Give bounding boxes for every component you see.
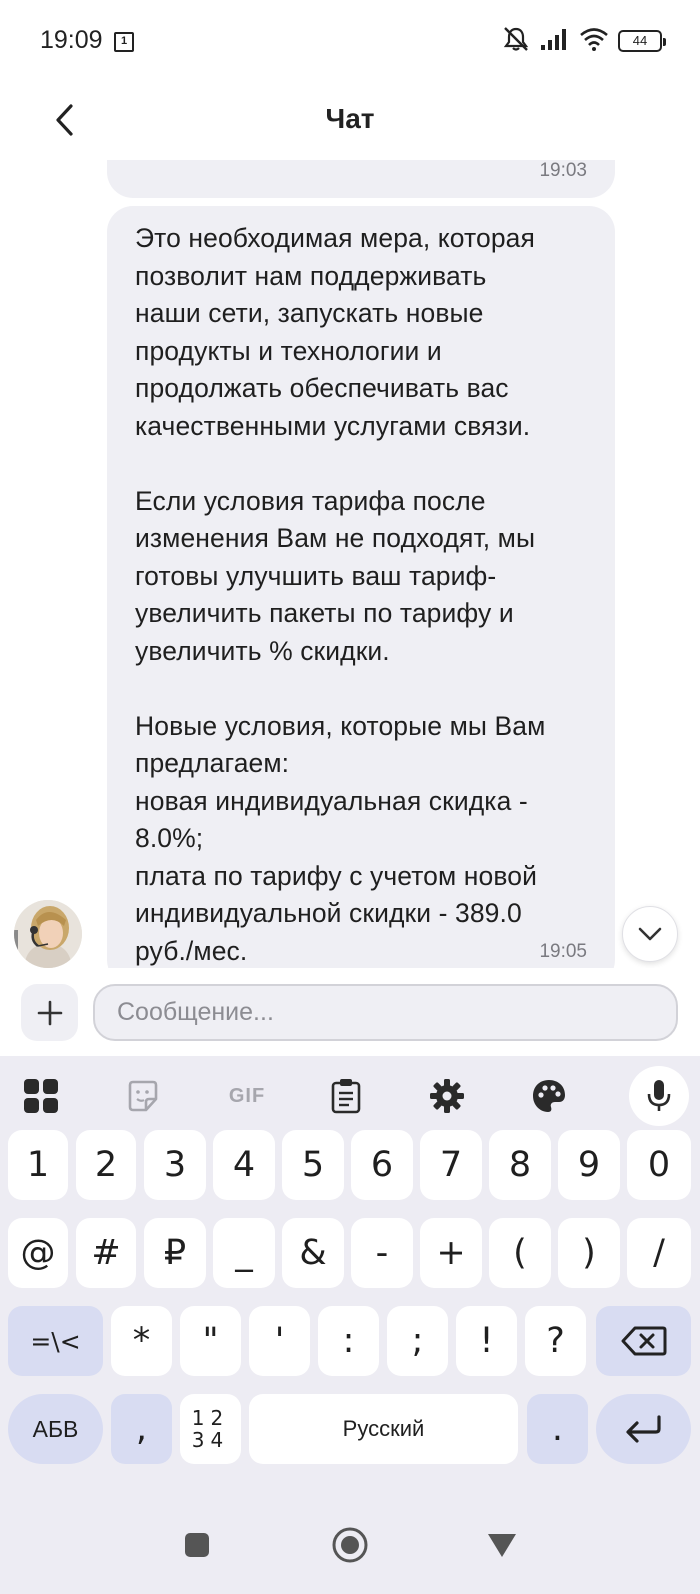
numpad-switch-key[interactable]: 12 34 <box>180 1394 241 1464</box>
sticker-icon <box>128 1080 158 1112</box>
plus-icon <box>37 1000 62 1025</box>
message-text: Это необходимая мера, которая позволит н… <box>135 223 546 966</box>
sim-card-icon: 1 <box>114 32 134 52</box>
chat-screen: 19:09 1 44 Чат 19:03 Это необходимая мер… <box>0 0 700 1594</box>
key-open-paren[interactable]: ( <box>489 1218 551 1288</box>
key-semicolon[interactable]: ; <box>387 1306 448 1376</box>
clipboard-button[interactable] <box>321 1071 371 1121</box>
key-1[interactable]: 1 <box>8 1130 68 1200</box>
enter-arrow-icon <box>625 1415 661 1443</box>
key-plus[interactable]: + <box>420 1218 482 1288</box>
symbols-shift-key[interactable]: =\< <box>8 1306 103 1376</box>
key-hash[interactable]: # <box>76 1218 136 1288</box>
key-question[interactable]: ? <box>525 1306 586 1376</box>
key-ampersand[interactable]: & <box>282 1218 344 1288</box>
key-0[interactable]: 0 <box>627 1130 691 1200</box>
key-minus[interactable]: - <box>351 1218 413 1288</box>
key-3[interactable]: 3 <box>144 1130 206 1200</box>
numpad-label-bottom: 34 <box>191 1428 230 1452</box>
backspace-key[interactable] <box>596 1306 691 1376</box>
space-key[interactable]: Русский <box>249 1394 518 1464</box>
message-input[interactable] <box>93 984 678 1041</box>
back-nav-button[interactable] <box>475 1518 529 1572</box>
key-slash[interactable]: / <box>627 1218 691 1288</box>
message-bubble-previous: 19:03 <box>107 160 615 198</box>
status-icons: 44 <box>501 25 666 58</box>
gear-icon <box>430 1079 464 1113</box>
apps-grid-button[interactable] <box>16 1071 66 1121</box>
key-8[interactable]: 8 <box>489 1130 551 1200</box>
key-4[interactable]: 4 <box>213 1130 275 1200</box>
sticker-button[interactable] <box>118 1071 168 1121</box>
key-asterisk[interactable]: * <box>111 1306 172 1376</box>
battery-icon: 44 <box>618 30 666 52</box>
gif-button[interactable]: GIF <box>220 1071 274 1121</box>
home-button[interactable] <box>323 1518 377 1572</box>
key-underscore[interactable]: _ <box>213 1218 275 1288</box>
square-icon <box>185 1533 209 1557</box>
microphone-icon <box>647 1080 671 1111</box>
system-navigation-bar <box>0 1496 700 1594</box>
settings-button[interactable] <box>422 1071 472 1121</box>
gif-label: GIF <box>228 1084 266 1107</box>
key-7[interactable]: 7 <box>420 1130 482 1200</box>
mute-icon <box>501 25 531 58</box>
attach-button[interactable] <box>21 984 78 1041</box>
alphabet-switch-key[interactable]: АБВ <box>8 1394 103 1464</box>
message-composer <box>0 968 700 1056</box>
chat-messages[interactable]: 19:03 Это необходимая мера, которая позв… <box>0 160 700 968</box>
wifi-icon <box>579 27 609 56</box>
key-at[interactable]: @ <box>8 1218 68 1288</box>
key-5[interactable]: 5 <box>282 1130 344 1200</box>
status-bar: 19:09 1 44 <box>0 0 700 80</box>
page-title: Чат <box>325 103 375 134</box>
key-ruble[interactable]: ₽ <box>144 1218 206 1288</box>
recent-apps-button[interactable] <box>170 1518 224 1572</box>
palette-icon <box>533 1080 565 1112</box>
scroll-down-button[interactable] <box>622 906 678 962</box>
backspace-icon <box>621 1326 666 1356</box>
home-circle-icon <box>332 1527 368 1563</box>
clipboard-icon <box>331 1079 361 1114</box>
key-6[interactable]: 6 <box>351 1130 413 1200</box>
voice-input-button[interactable] <box>629 1066 689 1126</box>
apps-grid-icon <box>24 1079 58 1113</box>
header: Чат <box>0 80 700 160</box>
key-period[interactable]: . <box>527 1394 588 1464</box>
message-time: 19:05 <box>539 941 587 962</box>
numpad-label-top: 12 <box>191 1406 230 1430</box>
key-double-quote[interactable]: " <box>180 1306 241 1376</box>
key-colon[interactable]: : <box>318 1306 379 1376</box>
enter-key[interactable] <box>596 1394 691 1464</box>
signal-icon <box>540 27 570 56</box>
theme-button[interactable] <box>524 1071 574 1121</box>
keyboard-toolbar: GIF <box>0 1056 700 1136</box>
operator-avatar <box>14 900 82 968</box>
key-close-paren[interactable]: ) <box>558 1218 620 1288</box>
message-bubble: Это необходимая мера, которая позволит н… <box>107 206 615 968</box>
triangle-back-icon <box>488 1534 516 1557</box>
key-exclamation[interactable]: ! <box>456 1306 517 1376</box>
key-9[interactable]: 9 <box>558 1130 620 1200</box>
key-comma[interactable]: , <box>111 1394 172 1464</box>
message-time: 19:03 <box>539 160 587 181</box>
key-single-quote[interactable]: ' <box>249 1306 310 1376</box>
status-time: 19:09 <box>40 26 103 54</box>
chevron-down-icon <box>638 927 662 941</box>
key-2[interactable]: 2 <box>76 1130 136 1200</box>
